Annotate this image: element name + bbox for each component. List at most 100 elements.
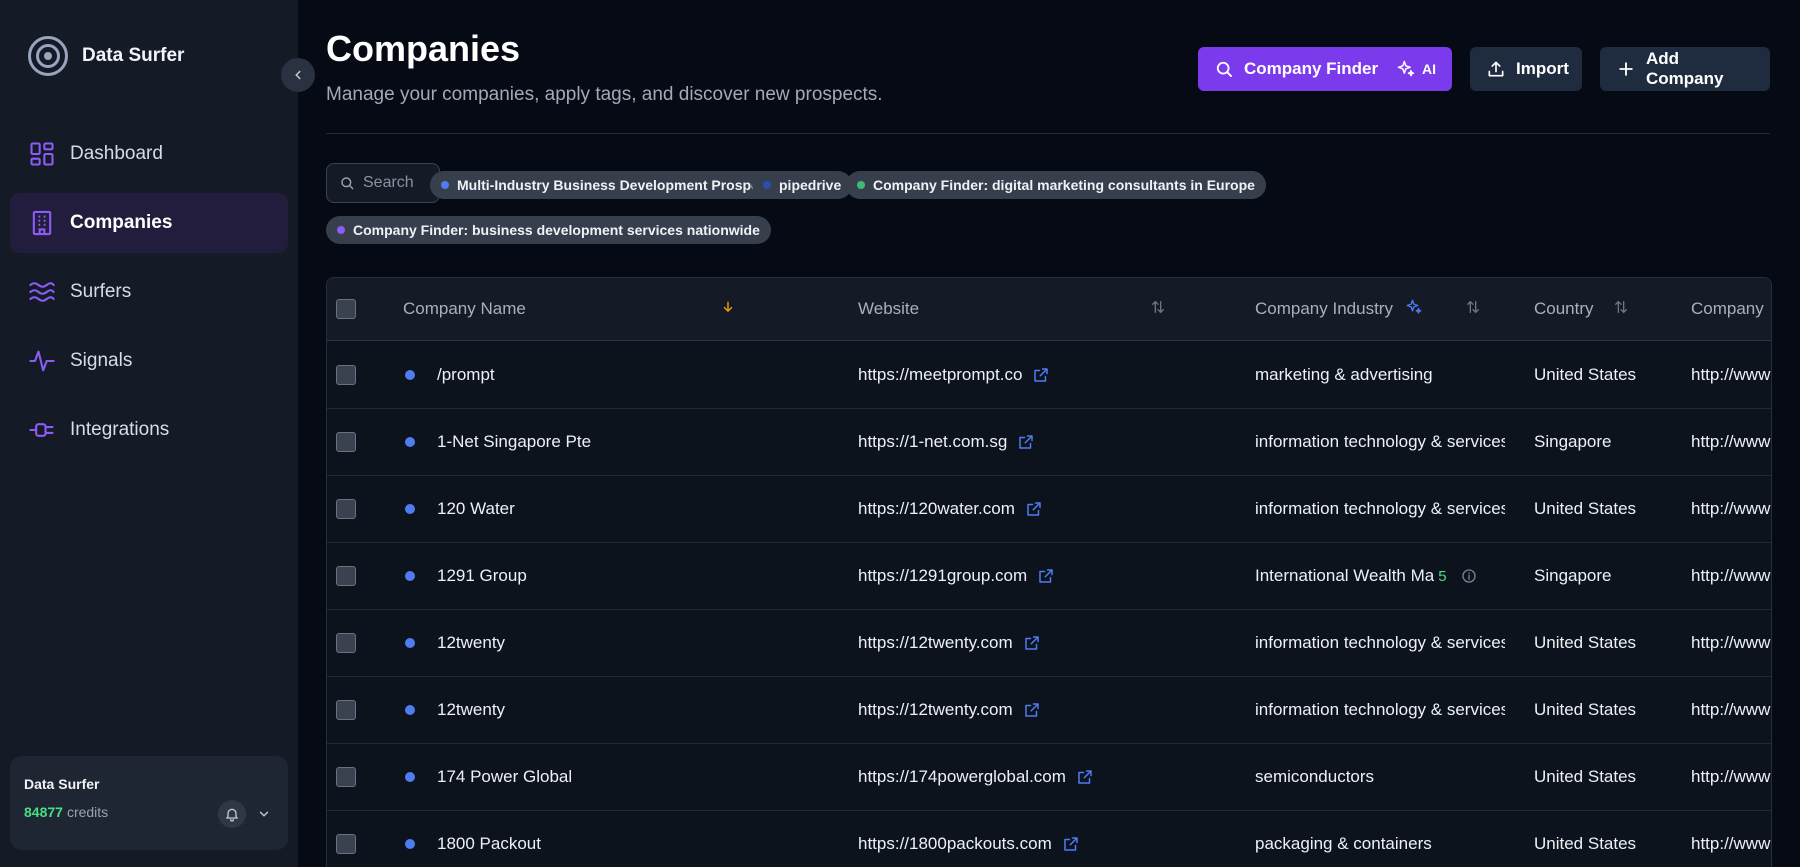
column-label: Country bbox=[1534, 299, 1594, 318]
company-url-cell: http://www bbox=[1691, 409, 1771, 475]
external-link-icon[interactable] bbox=[1066, 768, 1094, 786]
company-name[interactable]: 12twenty bbox=[437, 633, 505, 653]
company-url[interactable]: http://www bbox=[1691, 365, 1770, 385]
row-checkbox[interactable] bbox=[336, 767, 356, 787]
company-name[interactable]: 1800 Packout bbox=[437, 834, 541, 854]
status-dot bbox=[405, 571, 415, 581]
row-checkbox[interactable] bbox=[336, 834, 356, 854]
row-checkbox[interactable] bbox=[336, 566, 356, 586]
account-panel[interactable]: Data Surfer 84877 credits bbox=[10, 756, 288, 850]
column-header-company[interactable]: Company bbox=[1691, 278, 1771, 340]
company-url[interactable]: http://www bbox=[1691, 432, 1770, 452]
brand[interactable]: Data Surfer bbox=[28, 36, 184, 76]
tag-color-dot bbox=[441, 181, 449, 189]
waves-icon bbox=[28, 278, 56, 306]
table-row[interactable]: 1800 Packout https://1800packouts.com pa… bbox=[327, 811, 1771, 867]
row-checkbox[interactable] bbox=[336, 700, 356, 720]
external-link-icon[interactable] bbox=[1007, 433, 1035, 451]
country-text: Singapore bbox=[1534, 432, 1612, 451]
website-link[interactable]: https://meetprompt.co bbox=[858, 365, 1022, 385]
column-header-country[interactable]: Country bbox=[1534, 278, 1629, 340]
external-link-icon[interactable] bbox=[1027, 567, 1055, 585]
company-name[interactable]: 12twenty bbox=[437, 700, 505, 720]
tag-chip[interactable]: Company Finder: business development ser… bbox=[326, 216, 771, 244]
website-link[interactable]: https://174powerglobal.com bbox=[858, 767, 1066, 787]
tag-chip[interactable]: pipedrive bbox=[752, 171, 853, 199]
column-header-company-name[interactable]: Company Name bbox=[403, 278, 735, 340]
company-url[interactable]: http://www bbox=[1691, 499, 1770, 519]
tag-chip[interactable]: Multi-Industry Business Development Pros… bbox=[430, 171, 791, 199]
company-url[interactable]: http://www bbox=[1691, 767, 1770, 787]
company-url-cell: http://www bbox=[1691, 610, 1771, 676]
sidebar-item-surfers[interactable]: Surfers bbox=[10, 262, 288, 322]
website-link[interactable]: https://12twenty.com bbox=[858, 700, 1013, 720]
sidebar-item-signals[interactable]: Signals bbox=[10, 331, 288, 391]
table-row[interactable]: 12twenty https://12twenty.com informatio… bbox=[327, 610, 1771, 677]
website-link[interactable]: https://1-net.com.sg bbox=[858, 432, 1007, 452]
bell-icon[interactable] bbox=[218, 800, 246, 828]
sort-icon[interactable] bbox=[1613, 299, 1629, 319]
country-cell: United States bbox=[1534, 610, 1684, 676]
search-box[interactable] bbox=[326, 163, 440, 203]
sidebar-item-dashboard[interactable]: Dashboard bbox=[10, 124, 288, 184]
company-name[interactable]: 1291 Group bbox=[437, 566, 527, 586]
table-row[interactable]: 1291 Group https://1291group.com Interna… bbox=[327, 543, 1771, 610]
column-header-industry[interactable]: Company Industry bbox=[1255, 278, 1481, 340]
company-name[interactable]: 1-Net Singapore Pte bbox=[437, 432, 591, 452]
plus-icon bbox=[1619, 62, 1633, 76]
import-label: Import bbox=[1516, 59, 1569, 78]
company-url[interactable]: http://www bbox=[1691, 834, 1770, 854]
table-row[interactable]: 12twenty https://12twenty.com informatio… bbox=[327, 677, 1771, 744]
table-row[interactable]: /prompt https://meetprompt.co marketing … bbox=[327, 342, 1771, 409]
ai-badge: AI bbox=[1396, 59, 1436, 79]
company-name[interactable]: 120 Water bbox=[437, 499, 515, 519]
company-url[interactable]: http://www bbox=[1691, 566, 1770, 586]
company-url-cell: http://www bbox=[1691, 342, 1771, 408]
table-row[interactable]: 120 Water https://120water.com informati… bbox=[327, 476, 1771, 543]
row-checkbox[interactable] bbox=[336, 499, 356, 519]
chevron-down-icon[interactable] bbox=[254, 804, 274, 824]
external-link-icon[interactable] bbox=[1015, 500, 1043, 518]
row-checkbox[interactable] bbox=[336, 365, 356, 385]
sort-icon[interactable] bbox=[1150, 299, 1166, 319]
country-text: United States bbox=[1534, 499, 1637, 518]
arrow-down-icon[interactable] bbox=[721, 300, 735, 318]
country-text: Singapore bbox=[1534, 566, 1612, 585]
external-link-icon[interactable] bbox=[1013, 701, 1041, 719]
select-all-checkbox[interactable] bbox=[336, 299, 356, 319]
sidebar-item-integrations[interactable]: Integrations bbox=[10, 400, 288, 460]
row-checkbox[interactable] bbox=[336, 633, 356, 653]
external-link-icon[interactable] bbox=[1013, 634, 1041, 652]
sort-icon[interactable] bbox=[1465, 299, 1481, 319]
table-row[interactable]: 174 Power Global https://174powerglobal.… bbox=[327, 744, 1771, 811]
company-name[interactable]: 174 Power Global bbox=[437, 767, 572, 787]
account-name: Data Surfer bbox=[24, 776, 100, 792]
external-link-icon[interactable] bbox=[1022, 366, 1050, 384]
website-link[interactable]: https://1291group.com bbox=[858, 566, 1027, 586]
company-url[interactable]: http://www bbox=[1691, 700, 1770, 720]
search-icon bbox=[341, 177, 354, 190]
website-link[interactable]: https://120water.com bbox=[858, 499, 1015, 519]
website-link[interactable]: https://1800packouts.com bbox=[858, 834, 1052, 854]
tag-chip[interactable]: Company Finder: digital marketing consul… bbox=[846, 171, 1266, 199]
add-company-button[interactable]: Add Company bbox=[1600, 47, 1770, 91]
search-input[interactable] bbox=[363, 174, 433, 192]
company-url-cell: http://www bbox=[1691, 744, 1771, 810]
sidebar-item-companies[interactable]: Companies bbox=[10, 193, 288, 253]
company-url[interactable]: http://www bbox=[1691, 633, 1770, 653]
industry-text: information technology & services bbox=[1255, 432, 1505, 451]
company-finder-button[interactable]: Company Finder AI bbox=[1198, 47, 1452, 91]
dashboard-icon bbox=[28, 140, 56, 168]
collapse-sidebar-button[interactable] bbox=[281, 58, 315, 92]
row-checkbox[interactable] bbox=[336, 432, 356, 452]
column-label: Company bbox=[1691, 299, 1764, 318]
column-header-website[interactable]: Website bbox=[858, 278, 1166, 340]
website-link[interactable]: https://12twenty.com bbox=[858, 633, 1013, 653]
import-button[interactable]: Import bbox=[1470, 47, 1582, 91]
info-icon[interactable] bbox=[1447, 568, 1477, 584]
company-name[interactable]: /prompt bbox=[437, 365, 495, 385]
company-name-cell: /prompt bbox=[405, 342, 845, 408]
table-row[interactable]: 1-Net Singapore Pte https://1-net.com.sg… bbox=[327, 409, 1771, 476]
external-link-icon[interactable] bbox=[1052, 835, 1080, 853]
chevron-left-icon bbox=[295, 70, 301, 80]
